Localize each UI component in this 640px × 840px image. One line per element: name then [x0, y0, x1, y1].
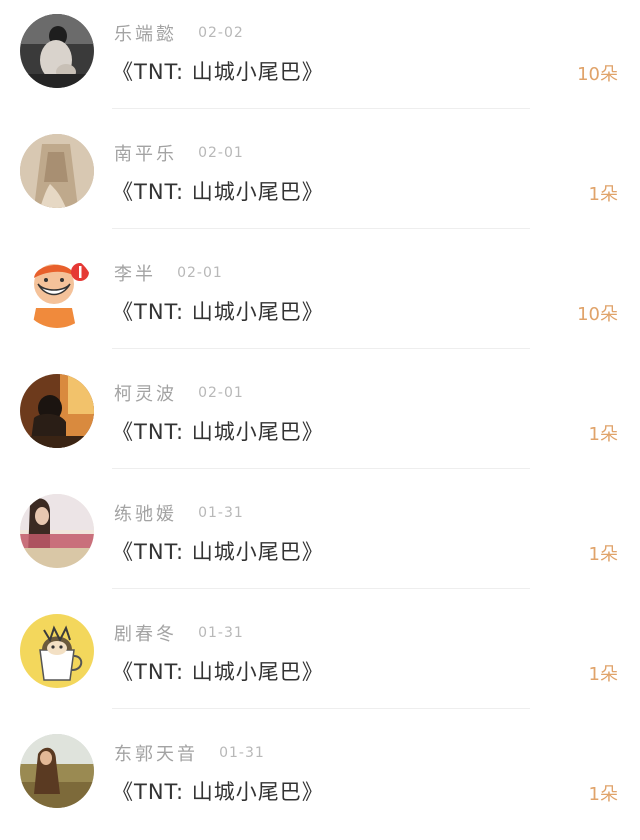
user-name: 柯灵波: [114, 384, 177, 405]
name-line: 乐端懿 02-02: [114, 20, 244, 48]
name-line: 东郭天音 01-31: [114, 740, 265, 768]
girl-sky-avatar[interactable]: [20, 494, 94, 568]
list-item[interactable]: 李半 02-01 《TNT: 山城小尾巴》 10朵: [0, 240, 640, 360]
list-item[interactable]: 东郭天音 01-31 《TNT: 山城小尾巴》 1朵: [0, 720, 640, 840]
gift-date: 01-31: [219, 745, 265, 761]
row-divider: [112, 108, 530, 109]
user-name: 乐端懿: [114, 24, 177, 45]
name-line: 柯灵波 02-01: [114, 380, 244, 408]
row-divider: [112, 588, 530, 589]
gift-date: 02-02: [198, 25, 244, 41]
gift-count: 1朵: [588, 544, 618, 565]
list-item[interactable]: 剧春冬 01-31 《TNT: 山城小尾巴》 1朵: [0, 600, 640, 720]
name-line: 剧春冬 01-31: [114, 620, 244, 648]
user-name: 南平乐: [114, 144, 177, 165]
gift-count: 10朵: [577, 64, 618, 85]
book-title[interactable]: 《TNT: 山城小尾巴》: [112, 296, 324, 326]
name-line: 李半 02-01: [114, 260, 223, 288]
book-title[interactable]: 《TNT: 山城小尾巴》: [112, 416, 324, 446]
name-line: 南平乐 02-01: [114, 140, 244, 168]
girl-field-avatar[interactable]: [20, 734, 94, 808]
row-divider: [112, 708, 530, 709]
row-divider: [112, 228, 530, 229]
user-name: 剧春冬: [114, 624, 177, 645]
book-title[interactable]: 《TNT: 山城小尾巴》: [112, 536, 324, 566]
name-line: 练驰媛 01-31: [114, 500, 244, 528]
gift-date: 02-01: [198, 385, 244, 401]
gift-date: 01-31: [198, 625, 244, 641]
gift-list: 乐端懿 02-02 《TNT: 山城小尾巴》 10朵 南平乐 02-01 《TN…: [0, 0, 640, 816]
list-item[interactable]: 乐端懿 02-02 《TNT: 山城小尾巴》 10朵: [0, 0, 640, 120]
woman-sitting-avatar[interactable]: [20, 14, 94, 88]
user-name: 练驰媛: [114, 504, 177, 525]
list-item[interactable]: 练驰媛 01-31 《TNT: 山城小尾巴》 1朵: [0, 480, 640, 600]
book-title[interactable]: 《TNT: 山城小尾巴》: [112, 656, 324, 686]
list-item[interactable]: 南平乐 02-01 《TNT: 山城小尾巴》 1朵: [0, 120, 640, 240]
gift-count: 1朵: [588, 784, 618, 805]
gift-date: 02-01: [177, 265, 223, 281]
user-name: 李半: [114, 264, 156, 285]
row-divider: [112, 348, 530, 349]
gift-count: 1朵: [588, 424, 618, 445]
gift-date: 02-01: [198, 145, 244, 161]
book-title[interactable]: 《TNT: 山城小尾巴》: [112, 776, 324, 806]
list-item[interactable]: 柯灵波 02-01 《TNT: 山城小尾巴》 1朵: [0, 360, 640, 480]
row-divider: [112, 468, 530, 469]
gift-count: 1朵: [588, 664, 618, 685]
sitting-person-avatar[interactable]: [20, 374, 94, 448]
cartoon-boy-avatar[interactable]: [20, 254, 94, 328]
gift-count: 10朵: [577, 304, 618, 325]
gift-date: 01-31: [198, 505, 244, 521]
book-title[interactable]: 《TNT: 山城小尾巴》: [112, 176, 324, 206]
gift-count: 1朵: [588, 184, 618, 205]
user-name: 东郭天音: [114, 744, 198, 765]
dress-avatar[interactable]: [20, 134, 94, 208]
cartoon-cup-avatar[interactable]: [20, 614, 94, 688]
book-title[interactable]: 《TNT: 山城小尾巴》: [112, 56, 324, 86]
